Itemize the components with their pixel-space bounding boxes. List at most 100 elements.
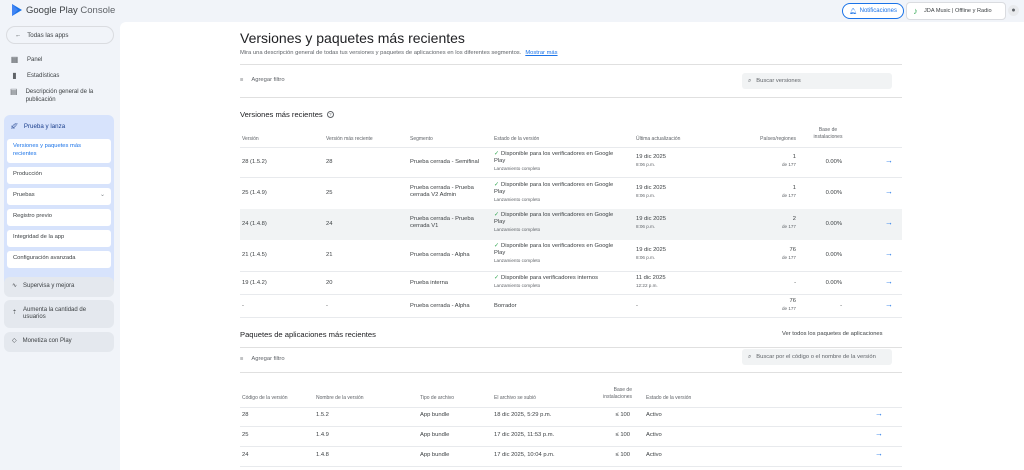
release-status: ✓ Disponible para los verificadores en Go…: [494, 212, 614, 234]
main-panel: Versiones y paquetes más recientes Mira …: [120, 22, 1024, 470]
release-install-base: 0.00%: [825, 221, 842, 227]
open-bundle-arrow-icon[interactable]: →: [875, 429, 883, 438]
col-header-latest: Versión más reciente: [326, 136, 373, 142]
open-release-arrow-icon[interactable]: →: [885, 156, 893, 165]
release-status: ✓ Disponible para los verificadores en Go…: [494, 182, 614, 204]
row-divider: [240, 466, 902, 467]
release-version: 25 (1.4.9): [242, 190, 267, 196]
time-text: 8:06 p.m.: [636, 255, 656, 261]
release-countries: 1 de 177: [756, 185, 796, 199]
app-selector[interactable]: ♪ JDA Music | Offline y Radio: [906, 2, 1006, 20]
sidebar-item-app-integrity[interactable]: Integridad de la app: [7, 230, 111, 247]
check-circle-icon: ✓: [494, 212, 500, 218]
col-header-uploaded: El archivo se subió: [494, 395, 536, 401]
status-sub: Lanzamiento completo: [494, 258, 541, 264]
bundle-status: Activo: [646, 412, 662, 418]
sidebar-item-monetize[interactable]: ◇ Monetiza con Play: [4, 332, 114, 352]
row-divider: [240, 177, 902, 178]
countries-sub: de 177: [781, 255, 796, 261]
release-date: 19 dic 2025 8:06 p.m.: [636, 216, 666, 230]
release-install-base: 0.00%: [825, 190, 842, 196]
sidebar-item-testing[interactable]: Pruebas ⌄: [7, 188, 111, 205]
status-sub: Lanzamiento completo: [494, 166, 541, 172]
col-header-name: Nombre de la versión: [316, 395, 364, 401]
sidebar-item-statistics[interactable]: ▮ Estadísticas: [10, 72, 59, 80]
release-version: 24 (1.4.8): [242, 221, 267, 227]
col-header-install-base: Base de instalaciones: [813, 127, 843, 140]
open-release-arrow-icon[interactable]: →: [885, 218, 893, 227]
search-bundles-input[interactable]: ⌕ Buscar por el código o el nombre de la…: [742, 349, 892, 365]
sidebar-item-panel[interactable]: ▦ Panel: [10, 55, 43, 64]
release-install-base: 0.00%: [825, 252, 842, 258]
status-sub: Lanzamiento completo: [494, 197, 541, 203]
app-name: JDA Music | Offline y Radio: [924, 8, 992, 14]
tag-icon: ◇: [12, 338, 17, 345]
bundle-uploaded: 18 dic 2025, 5:29 p.m.: [494, 412, 552, 418]
add-filter-button[interactable]: ≡ Agregar filtro: [240, 356, 285, 362]
search-placeholder: Buscar versiones: [756, 78, 801, 84]
releases-section-title: Versiones más recientes ?: [240, 110, 334, 119]
sidebar-item-preregistration[interactable]: Registro previo: [7, 209, 111, 226]
row-divider: [240, 147, 902, 148]
col-header-countries: Países/regiones: [760, 136, 796, 142]
row-divider: [240, 271, 902, 272]
release-segment: Prueba cerrada - Semifinal: [410, 159, 479, 165]
notifications-button[interactable]: 🔔︎ Notificaciones: [842, 3, 904, 19]
release-segment: Prueba interna: [410, 280, 449, 286]
sidebar-item-grow-users[interactable]: ⇡ Aumenta la cantidad de usuarios: [4, 300, 114, 328]
search-icon: ⌕: [748, 353, 752, 360]
release-countries: 76 de 177: [756, 298, 796, 312]
release-version: -: [242, 303, 244, 309]
sidebar-item-advanced-settings[interactable]: Configuración avanzada: [7, 251, 111, 268]
release-version: 19 (1.4.2): [242, 280, 267, 286]
bundle-type: App bundle: [420, 452, 450, 458]
row-divider: [240, 426, 902, 427]
bundle-type: App bundle: [420, 412, 450, 418]
sidebar-item-test-release[interactable]: 🚀︎ Prueba y lanza: [10, 122, 65, 131]
open-bundle-arrow-icon[interactable]: →: [875, 449, 883, 458]
col-header-status: Estado de la versión: [646, 395, 692, 401]
bundle-name: 1.4.8: [316, 452, 329, 458]
divider: [240, 372, 902, 373]
open-bundle-arrow-icon[interactable]: →: [875, 409, 883, 418]
col-header-code: Código de la versión: [242, 395, 288, 401]
open-release-arrow-icon[interactable]: →: [885, 300, 893, 309]
release-install-base: 0.00%: [825, 280, 842, 286]
account-icon[interactable]: ●: [1008, 5, 1019, 16]
view-all-bundles-link[interactable]: Ver todos los paquetes de aplicaciones: [782, 331, 883, 337]
sidebar-item-production[interactable]: Producción: [7, 167, 111, 184]
bundles-section-title: Paquetes de aplicaciones más recientes: [240, 330, 376, 339]
col-header-segment: Segmento: [410, 136, 433, 142]
page-description: Mira una descripción general de todas tu…: [240, 50, 558, 56]
back-arrow-icon: ←: [15, 31, 22, 39]
sidebar-item-monitor[interactable]: ∿ Supervisa y mejora: [4, 277, 114, 297]
monitor-icon: ∿: [12, 283, 18, 290]
add-filter-button[interactable]: ≡ Agregar filtro: [240, 77, 285, 83]
search-versions-input[interactable]: ⌕ Buscar versiones: [742, 73, 892, 89]
col-header-version: Versión: [242, 136, 259, 142]
sub-item-label: Versiones y paquetes más recientes: [13, 143, 81, 157]
bundle-installs: ≤ 100: [615, 412, 630, 418]
release-latest: 28: [326, 159, 333, 165]
col-header-status: Estado de la versión: [494, 136, 540, 142]
bundle-uploaded: 17 dic 2025, 11:53 p.m.: [494, 432, 555, 438]
open-release-arrow-icon[interactable]: →: [885, 187, 893, 196]
release-countries: -: [794, 280, 796, 286]
bundle-name: 1.5.2: [316, 412, 329, 418]
divider: [240, 64, 902, 65]
countries-sub: de 177: [781, 162, 796, 168]
release-date: -: [636, 303, 638, 309]
play-console-logo[interactable]: Google Play Console: [12, 4, 115, 16]
release-latest: 25: [326, 190, 333, 196]
all-apps-button[interactable]: ← Todas las apps: [6, 26, 114, 44]
open-release-arrow-icon[interactable]: →: [885, 277, 893, 286]
open-release-arrow-icon[interactable]: →: [885, 249, 893, 258]
bundle-uploaded: 17 dic 2025, 10:04 p.m.: [494, 452, 555, 458]
sidebar-item-latest-releases[interactable]: Versiones y paquetes más recientes: [7, 139, 111, 163]
release-latest: -: [326, 303, 328, 309]
sidebar-item-store-listing[interactable]: ▤ Descripción general de la publicación: [10, 88, 106, 104]
show-more-link[interactable]: Mostrar más: [525, 50, 557, 56]
section-title-text: Versiones más recientes: [240, 110, 323, 119]
help-icon[interactable]: ?: [326, 111, 334, 118]
dashboard-icon: ▦: [10, 55, 19, 64]
